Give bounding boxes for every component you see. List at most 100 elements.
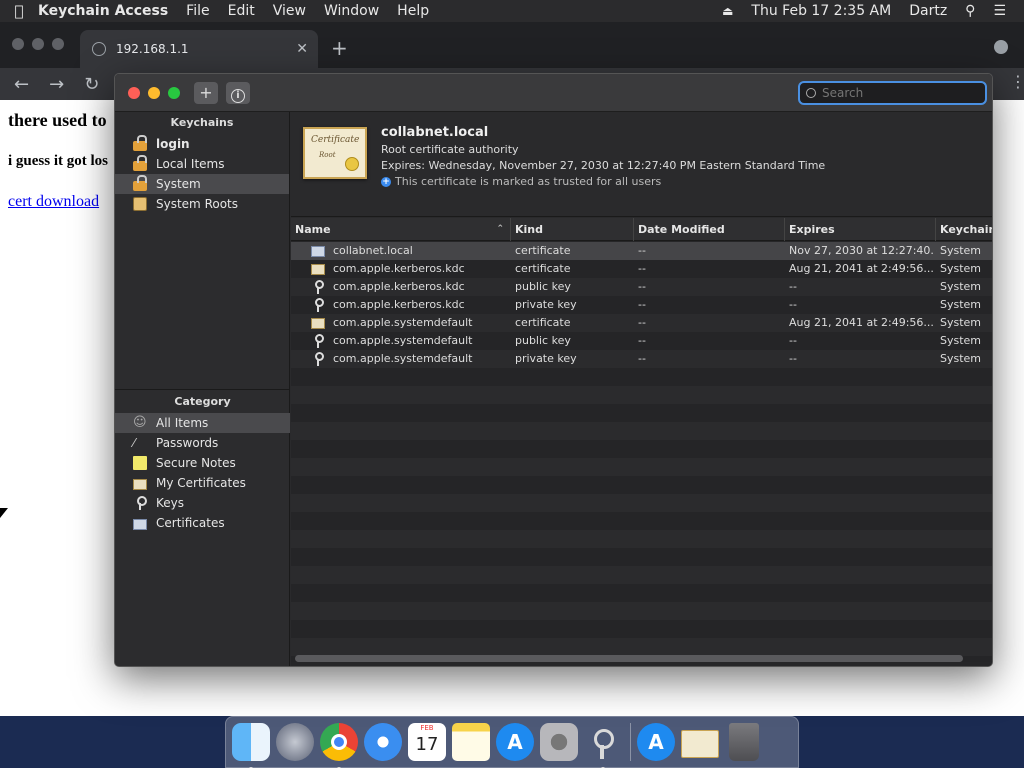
- certificate-large-icon: Certificate Root: [303, 127, 367, 179]
- column-header-date-modified[interactable]: Date Modified: [634, 218, 785, 241]
- reload-icon[interactable]: ↻: [84, 74, 99, 95]
- certificate-root-label: Root: [319, 151, 336, 159]
- chrome-close-dot[interactable]: [12, 38, 24, 50]
- cell-name: com.apple.kerberos.kdc: [333, 298, 465, 311]
- cell-kind: certificate: [515, 316, 571, 329]
- chrome-tab-strip: 192.168.1.1 ✕ +: [0, 22, 1024, 68]
- certificates-icon: [133, 518, 147, 530]
- menu-file[interactable]: File: [186, 3, 209, 19]
- info-icon: i: [231, 89, 245, 103]
- spotlight-icon[interactable]: ⚲: [965, 3, 975, 19]
- sidebar: Keychains login Local Items System Syste…: [115, 112, 290, 666]
- column-header-name[interactable]: Name ⌃: [291, 218, 511, 241]
- sidebar-item-system[interactable]: System: [115, 174, 289, 194]
- items-table: Name ⌃ Kind Date Modified Expires Keycha…: [291, 218, 992, 666]
- trash-icon[interactable]: [729, 723, 759, 761]
- table-header: Name ⌃ Kind Date Modified Expires Keycha…: [291, 218, 992, 241]
- plus-icon: +: [199, 83, 213, 102]
- sidebar-item-system-roots[interactable]: System Roots: [115, 194, 289, 214]
- category-item-my-certificates[interactable]: My Certificates: [115, 473, 290, 493]
- table-row[interactable]: com.apple.kerberos.kdc certificate -- Au…: [291, 260, 992, 278]
- key-icon: [311, 298, 325, 312]
- menu-view[interactable]: View: [273, 3, 306, 19]
- category-item-all-items[interactable]: ☺ All Items: [115, 413, 290, 433]
- column-header-expires[interactable]: Expires: [785, 218, 936, 241]
- category-item-label: Passwords: [156, 436, 219, 450]
- cell-keychain: System: [940, 262, 982, 275]
- calendar-icon[interactable]: FEB 17: [408, 723, 446, 761]
- key-icon: [311, 280, 325, 294]
- zoom-window-button[interactable]: [168, 87, 180, 99]
- horizontal-scrollbar[interactable]: [295, 655, 963, 662]
- menu-window[interactable]: Window: [324, 3, 379, 19]
- category-item-secure-notes[interactable]: Secure Notes: [115, 453, 290, 473]
- apple-menu-icon[interactable]: : [0, 2, 38, 20]
- chrome-minimize-dot[interactable]: [32, 38, 44, 50]
- table-row[interactable]: com.apple.systemdefault private key -- -…: [291, 350, 992, 368]
- sidebar-divider[interactable]: [115, 389, 290, 390]
- column-header-label: Expires: [789, 223, 835, 236]
- new-tab-icon[interactable]: +: [331, 36, 348, 60]
- notes-icon[interactable]: [452, 723, 490, 761]
- table-row[interactable]: collabnet.local certificate -- Nov 27, 2…: [291, 242, 992, 260]
- cert-download-link[interactable]: cert download: [8, 193, 99, 211]
- launchpad-icon[interactable]: [276, 723, 314, 761]
- menubar-user[interactable]: Dartz: [909, 3, 947, 19]
- category-item-label: Keys: [156, 496, 185, 510]
- tab-search-icon[interactable]: [994, 40, 1008, 54]
- forward-icon[interactable]: →: [49, 74, 64, 95]
- chrome-icon[interactable]: [320, 723, 358, 768]
- category-item-certificates[interactable]: Certificates: [115, 513, 290, 533]
- category-item-keys[interactable]: Keys: [115, 493, 290, 513]
- detail-name: collabnet.local: [381, 125, 489, 140]
- key-icon: [311, 334, 325, 348]
- detail-expires: Expires: Wednesday, November 27, 2030 at…: [381, 159, 826, 172]
- get-info-button[interactable]: i: [226, 82, 250, 104]
- category-item-label: Secure Notes: [156, 456, 236, 470]
- cell-kind: public key: [515, 334, 571, 347]
- safari-icon[interactable]: [364, 723, 402, 761]
- back-icon[interactable]: ←: [14, 74, 29, 95]
- finder-icon[interactable]: [232, 723, 270, 768]
- column-header-keychain[interactable]: Keychain: [936, 218, 992, 241]
- chrome-menu-icon[interactable]: ⋮: [1010, 72, 1024, 91]
- table-row[interactable]: com.apple.kerberos.kdc public key -- -- …: [291, 278, 992, 296]
- close-tab-icon[interactable]: ✕: [296, 41, 308, 57]
- app-store-downloads-icon[interactable]: A: [637, 723, 675, 761]
- category-item-passwords[interactable]: ⁄ Passwords: [115, 433, 290, 453]
- column-header-kind[interactable]: Kind: [511, 218, 634, 241]
- chrome-tab[interactable]: 192.168.1.1 ✕: [80, 30, 318, 68]
- system-preferences-icon[interactable]: [540, 723, 578, 761]
- sidebar-item-login[interactable]: login: [115, 134, 289, 154]
- table-row[interactable]: com.apple.kerberos.kdc private key -- --…: [291, 296, 992, 314]
- menubar-clock[interactable]: Thu Feb 17 2:35 AM: [751, 3, 891, 19]
- cell-kind: certificate: [515, 244, 571, 257]
- menu-app-name[interactable]: Keychain Access: [38, 3, 168, 19]
- chrome-zoom-dot[interactable]: [52, 38, 64, 50]
- cell-keychain: System: [940, 334, 982, 347]
- menu-help[interactable]: Help: [397, 3, 429, 19]
- search-field[interactable]: [798, 81, 987, 105]
- add-item-button[interactable]: +: [194, 82, 218, 104]
- table-row[interactable]: com.apple.systemdefault public key -- --…: [291, 332, 992, 350]
- category-item-label: Certificates: [156, 516, 225, 530]
- menu-bar:  Keychain Access File Edit View Window …: [0, 0, 1024, 22]
- app-store-icon[interactable]: A: [496, 723, 534, 761]
- sort-ascending-icon: ⌃: [496, 224, 504, 234]
- notification-center-icon[interactable]: ☰: [993, 3, 1006, 19]
- table-row[interactable]: com.apple.systemdefault certificate -- A…: [291, 314, 992, 332]
- cell-name: com.apple.kerberos.kdc: [333, 280, 465, 293]
- cell-name: com.apple.kerberos.kdc: [333, 262, 465, 275]
- search-input[interactable]: [822, 86, 972, 100]
- keychain-access-icon[interactable]: [584, 723, 622, 768]
- category-section: Category ☺ All Items ⁄ Passwords Secure …: [115, 391, 290, 533]
- eject-icon[interactable]: ⏏: [722, 4, 733, 18]
- minimize-window-button[interactable]: [148, 87, 160, 99]
- column-header-label: Name: [295, 223, 331, 236]
- close-window-button[interactable]: [128, 87, 140, 99]
- menu-edit[interactable]: Edit: [228, 3, 255, 19]
- keychains-header: Keychains: [170, 116, 234, 129]
- sidebar-item-local-items[interactable]: Local Items: [115, 154, 289, 174]
- column-header-label: Kind: [515, 223, 543, 236]
- certificate-file-icon[interactable]: [681, 730, 719, 758]
